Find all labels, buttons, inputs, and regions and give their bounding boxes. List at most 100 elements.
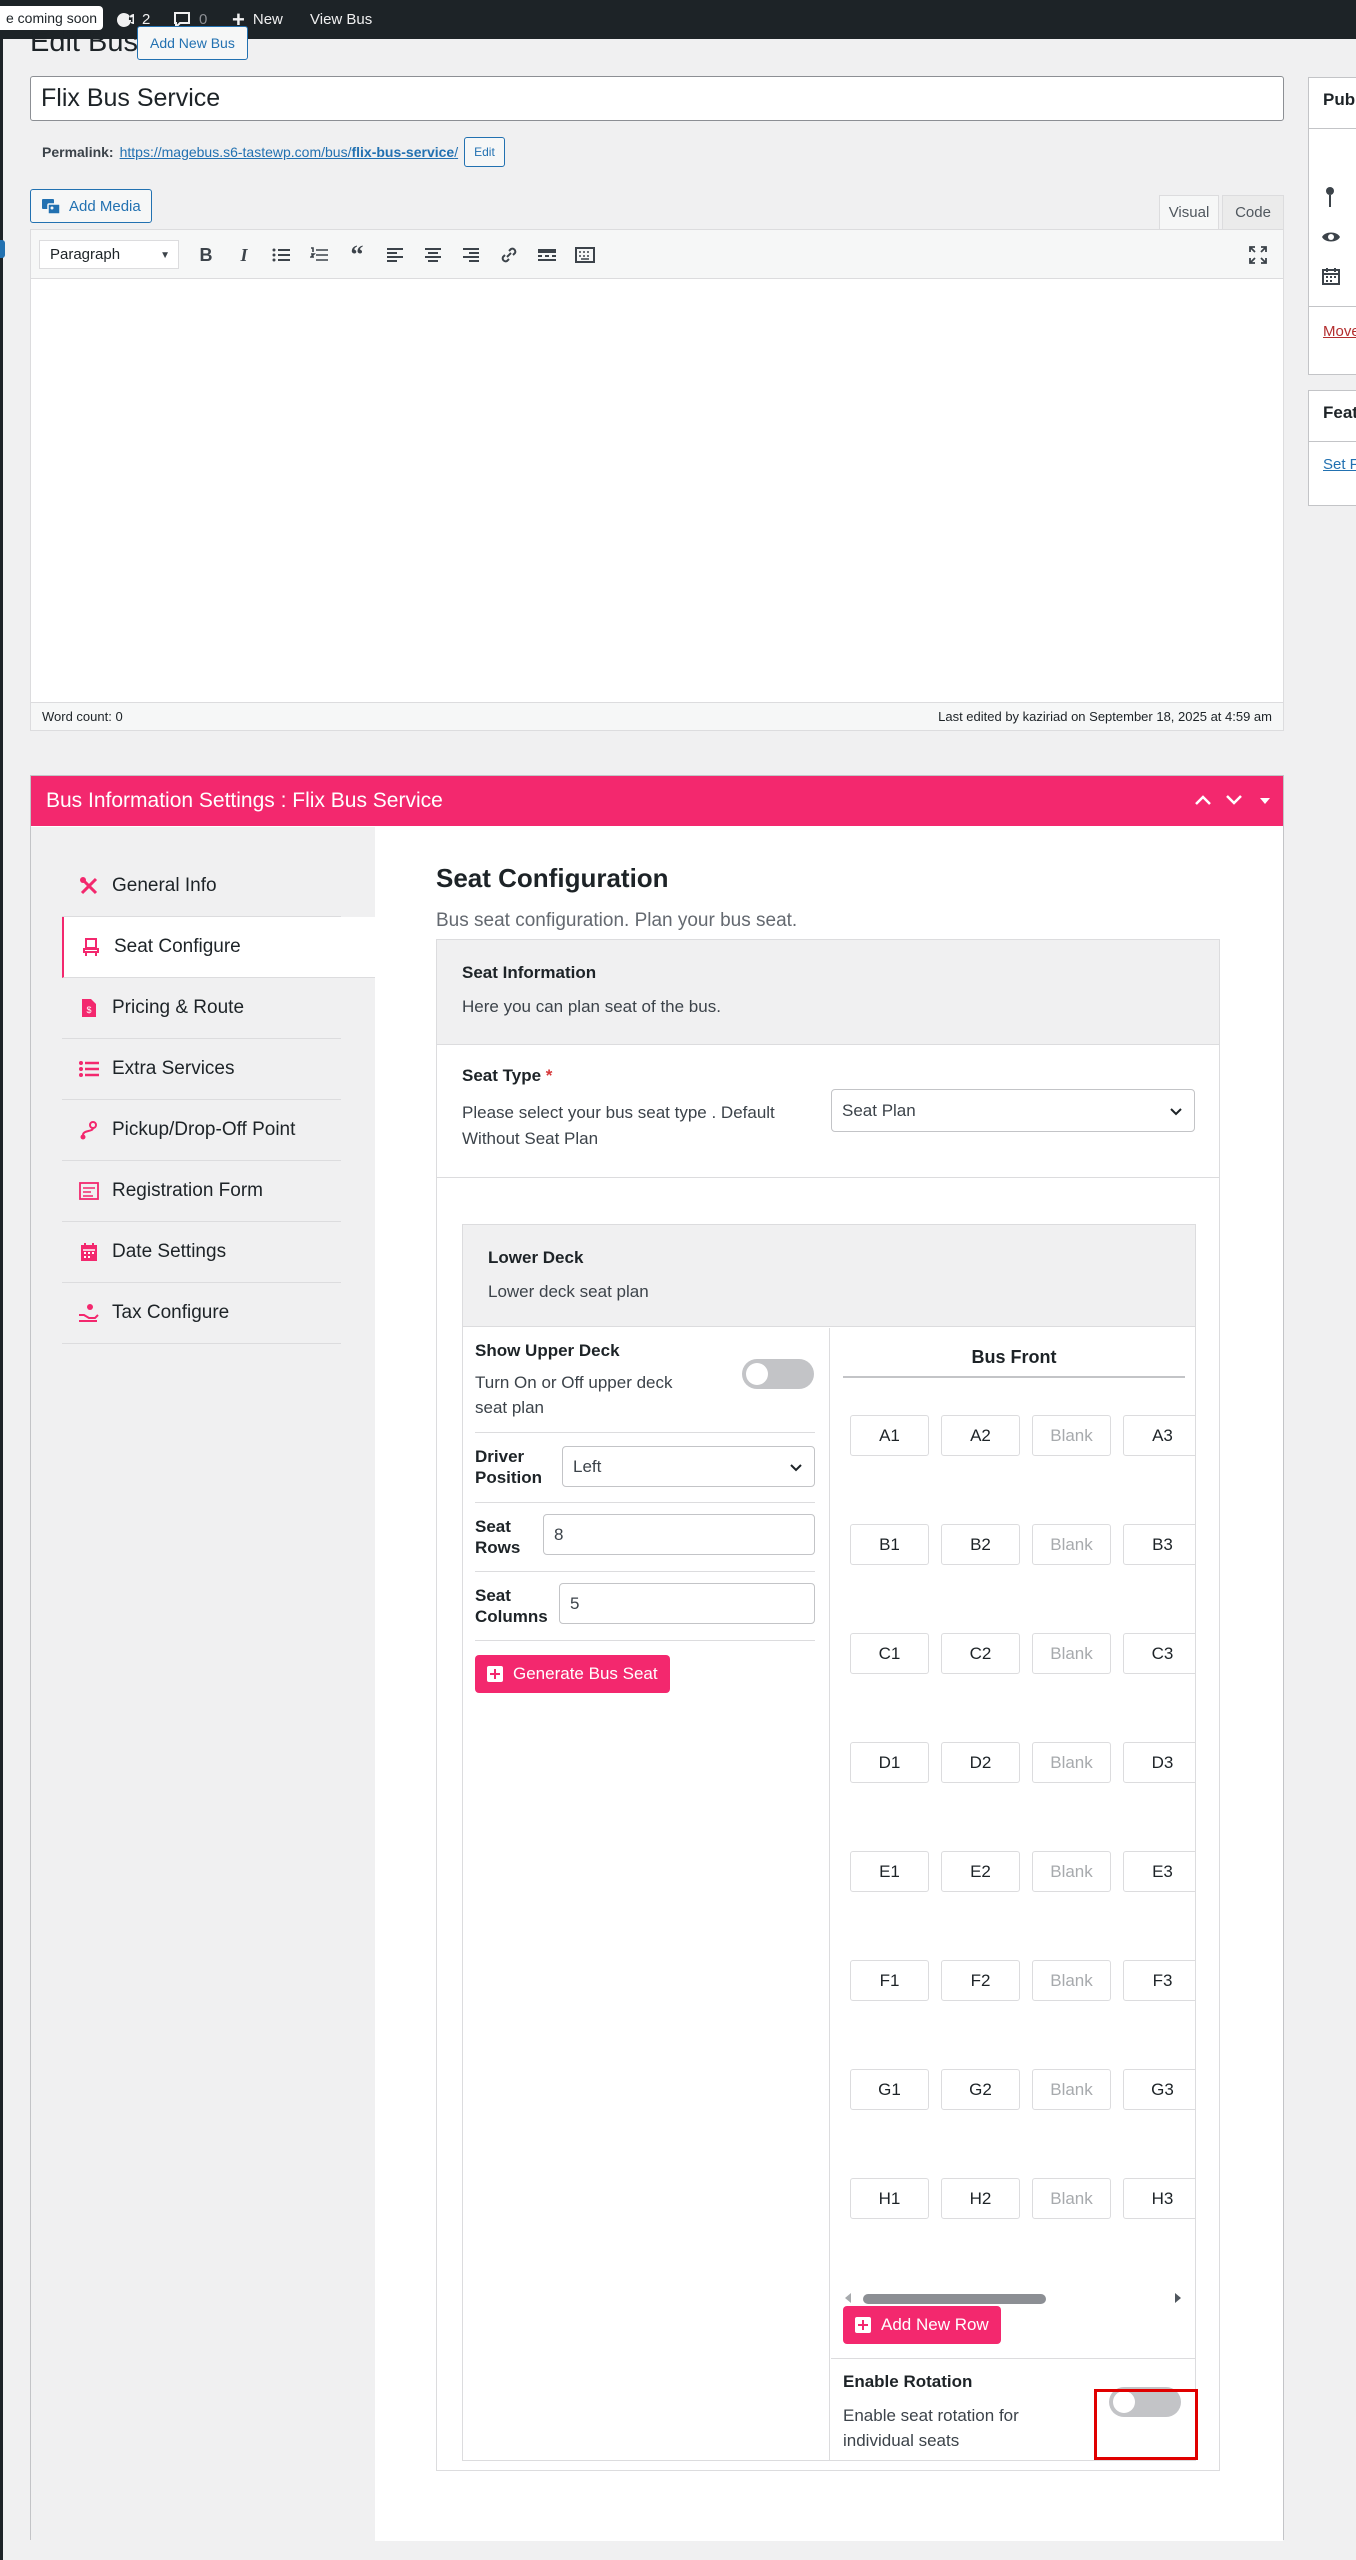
seat-e2[interactable]: E2 [941, 1851, 1020, 1892]
nav-item-date-settings[interactable]: Date Settings [62, 1222, 341, 1283]
lower-deck-title: Lower Deck [488, 1248, 584, 1267]
nav-item-label: General Info [112, 875, 217, 896]
seat-d1[interactable]: D1 [850, 1742, 929, 1783]
editor-body[interactable] [31, 280, 1283, 702]
seat-b1[interactable]: B1 [850, 1524, 929, 1565]
seat-g1[interactable]: G1 [850, 2069, 929, 2110]
move-to-trash-link[interactable]: Move [1323, 323, 1356, 340]
admin-menu-active-marker [0, 240, 5, 258]
seat-g3[interactable]: G3 [1123, 2069, 1195, 2110]
seat-rows-input[interactable]: 8 [543, 1514, 815, 1555]
seat-e3[interactable]: E3 [1123, 1851, 1195, 1892]
deck-settings: Show Upper Deck Turn On or Off upper dec… [463, 1328, 830, 2460]
upper-deck-label: Show Upper Deck [475, 1341, 620, 1360]
seat-f1[interactable]: F1 [850, 1960, 929, 2001]
align-center-icon[interactable] [420, 242, 446, 268]
nav-item-registration-form[interactable]: Registration Form [62, 1161, 341, 1222]
add-media-label: Add Media [69, 197, 141, 215]
scroll-right-icon[interactable] [1173, 2292, 1183, 2304]
toolbar-toggle-icon[interactable] [572, 242, 598, 268]
nav-item-extra-services[interactable]: Extra Services [62, 1039, 341, 1100]
seat-c2[interactable]: C2 [941, 1633, 1020, 1674]
scroll-left-icon[interactable] [843, 2292, 853, 2304]
pin-icon [1326, 187, 1334, 207]
set-featured-image-link[interactable]: Set F [1323, 456, 1356, 473]
seat-columns-field: Seat Columns 5 [475, 1573, 815, 1641]
lower-deck-desc: Lower deck seat plan [488, 1282, 649, 1301]
generate-bus-seat-button[interactable]: Generate Bus Seat [475, 1655, 670, 1693]
seat-h2[interactable]: H2 [941, 2178, 1020, 2219]
blank-seat[interactable]: Blank [1032, 1851, 1111, 1892]
upper-deck-toggle[interactable] [742, 1359, 814, 1389]
chevron-down-icon[interactable] [1225, 794, 1243, 806]
seat-a3[interactable]: A3 [1123, 1415, 1195, 1456]
post-title-input[interactable]: Flix Bus Service [30, 76, 1284, 121]
add-new-bus-button[interactable]: Add New Bus [137, 26, 248, 60]
permalink-edit-button[interactable]: Edit [464, 137, 505, 167]
nav-item-pricing-route[interactable]: $ Pricing & Route [62, 978, 341, 1039]
bold-icon[interactable]: B [193, 242, 219, 268]
nav-item-general-info[interactable]: General Info [62, 856, 341, 917]
blank-seat[interactable]: Blank [1032, 1415, 1111, 1456]
caret-down-icon[interactable] [1259, 796, 1271, 806]
seat-b2[interactable]: B2 [941, 1524, 1020, 1565]
italic-icon[interactable]: I [231, 242, 257, 268]
seat-e1[interactable]: E1 [850, 1851, 929, 1892]
seat-b3[interactable]: B3 [1123, 1524, 1195, 1565]
seat-h1[interactable]: H1 [850, 2178, 929, 2219]
seat-type-select[interactable]: Seat Plan [831, 1089, 1195, 1132]
last-edited: Last edited by kaziriad on September 18,… [938, 709, 1272, 724]
seat-d3[interactable]: D3 [1123, 1742, 1195, 1783]
seat-f2[interactable]: F2 [941, 1960, 1020, 2001]
driver-position-select[interactable]: Left [562, 1446, 815, 1487]
fullscreen-icon[interactable] [1245, 242, 1271, 268]
seat-h3[interactable]: H3 [1123, 2178, 1195, 2219]
blockquote-icon[interactable]: “ [344, 240, 370, 269]
seat-c3[interactable]: C3 [1123, 1633, 1195, 1674]
add-media-button[interactable]: Add Media [30, 189, 152, 223]
nav-item-tax-configure[interactable]: Tax Configure [62, 1283, 341, 1344]
upper-deck-field: Show Upper Deck Turn On or Off upper dec… [475, 1328, 815, 1433]
tab-visual[interactable]: Visual [1159, 195, 1219, 229]
seat-a2[interactable]: A2 [941, 1415, 1020, 1456]
blank-seat[interactable]: Blank [1032, 1633, 1111, 1674]
add-new-row-button[interactable]: Add New Row [843, 2306, 1001, 2344]
seat-info-title: Seat Information [462, 963, 597, 982]
align-right-icon[interactable] [458, 242, 484, 268]
seat-c1[interactable]: C1 [850, 1633, 929, 1674]
required-mark: * [545, 1066, 553, 1085]
link-icon[interactable] [496, 242, 522, 268]
nav-item-pickup-drop-off-point[interactable]: Pickup/Drop-Off Point [62, 1100, 341, 1161]
numbered-list-icon[interactable] [306, 242, 332, 268]
generate-bus-seat-label: Generate Bus Seat [513, 1664, 658, 1683]
seat-type-label: Seat Type * [462, 1066, 553, 1085]
blank-seat[interactable]: Blank [1032, 2069, 1111, 2110]
content-editor: Paragraph B I “ Word count: 0 Last edite… [30, 229, 1284, 731]
bus-info-metabox: Bus Information Settings : Flix Bus Serv… [30, 775, 1284, 2541]
upper-deck-desc: Turn On or Off upper deck seat plan [475, 1373, 673, 1417]
nav-item-seat-configure[interactable]: Seat Configure [62, 917, 375, 978]
permalink-link[interactable]: https://magebus.s6-tastewp.com/bus/flix-… [120, 144, 459, 160]
format-select[interactable]: Paragraph [39, 240, 179, 269]
read-more-icon[interactable] [534, 242, 560, 268]
scroll-thumb[interactable] [863, 2294, 1046, 2304]
list-icon [78, 1058, 100, 1080]
seat-g2[interactable]: G2 [941, 2069, 1020, 2110]
seat-plan-scrollbar[interactable] [843, 2288, 1185, 2308]
chevron-down-icon [790, 1464, 802, 1472]
bullet-list-icon[interactable] [268, 242, 294, 268]
blank-seat[interactable]: Blank [1032, 2178, 1111, 2219]
blank-seat[interactable]: Blank [1032, 1742, 1111, 1783]
seat-f3[interactable]: F3 [1123, 1960, 1195, 2001]
tab-code[interactable]: Code [1222, 195, 1284, 229]
seat-d2[interactable]: D2 [941, 1742, 1020, 1783]
chevron-up-icon[interactable] [1194, 794, 1212, 806]
view-bus-link[interactable]: View Bus [310, 9, 372, 31]
nav-item-label: Registration Form [112, 1180, 263, 1201]
seat-columns-input[interactable]: 5 [559, 1583, 815, 1624]
seat-a1[interactable]: A1 [850, 1415, 929, 1456]
align-left-icon[interactable] [382, 242, 408, 268]
blank-seat[interactable]: Blank [1032, 1960, 1111, 2001]
blank-seat[interactable]: Blank [1032, 1524, 1111, 1565]
seat-info-desc: Here you can plan seat of the bus. [462, 997, 721, 1016]
